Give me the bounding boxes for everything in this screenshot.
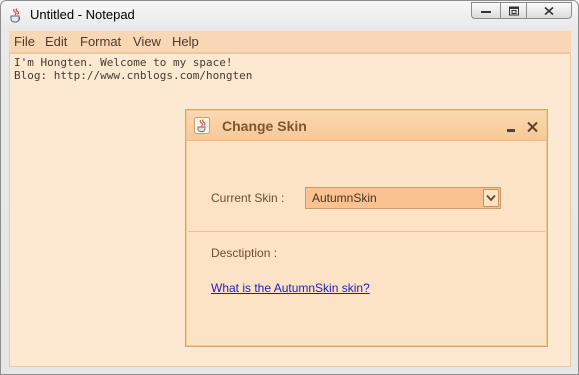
chevron-down-icon bbox=[486, 194, 496, 202]
notepad-window: Untitled - Notepad File Edit Format View… bbox=[0, 0, 579, 375]
close-icon[interactable] bbox=[526, 119, 539, 133]
menu-format[interactable]: Format bbox=[80, 34, 121, 49]
change-skin-dialog: Change Skin Current Skin : AutumnSkin De… bbox=[185, 109, 548, 347]
minimize-icon[interactable] bbox=[505, 119, 517, 133]
menu-view[interactable]: View bbox=[133, 34, 161, 49]
window-title: Untitled - Notepad bbox=[30, 7, 135, 22]
minimize-button[interactable] bbox=[471, 2, 501, 19]
menu-edit[interactable]: Edit bbox=[45, 34, 67, 49]
java-coffee-cup-icon bbox=[194, 117, 210, 134]
menu-help[interactable]: Help bbox=[172, 34, 199, 49]
editor-line: Blog: http://www.cnblogs.com/hongten bbox=[14, 69, 253, 82]
close-button[interactable] bbox=[526, 2, 572, 19]
menu-file[interactable]: File bbox=[14, 34, 35, 49]
editor-line: I'm Hongten. Welcome to my space! bbox=[14, 56, 233, 69]
skin-select[interactable]: AutumnSkin bbox=[305, 187, 501, 209]
close-icon bbox=[544, 6, 554, 15]
minimize-icon bbox=[481, 10, 491, 13]
dialog-title: Change Skin bbox=[222, 118, 307, 134]
java-coffee-cup-icon bbox=[8, 7, 23, 23]
skin-select-dropdown-button[interactable] bbox=[483, 189, 499, 207]
menu-bar: File Edit Format View Help bbox=[9, 31, 571, 53]
window-titlebar[interactable]: Untitled - Notepad bbox=[1, 1, 578, 30]
description-label: Desctiption : bbox=[211, 246, 278, 260]
dialog-titlebar[interactable]: Change Skin bbox=[187, 111, 546, 141]
skin-select-value: AutumnSkin bbox=[312, 191, 377, 205]
dialog-separator bbox=[188, 231, 545, 232]
maximize-icon bbox=[508, 6, 519, 15]
maximize-button[interactable] bbox=[500, 2, 527, 19]
skin-description-link[interactable]: What is the AutumnSkin skin? bbox=[211, 281, 370, 295]
dialog-body: Current Skin : AutumnSkin Desctiption : … bbox=[188, 141, 545, 345]
current-skin-label: Current Skin : bbox=[211, 191, 285, 205]
